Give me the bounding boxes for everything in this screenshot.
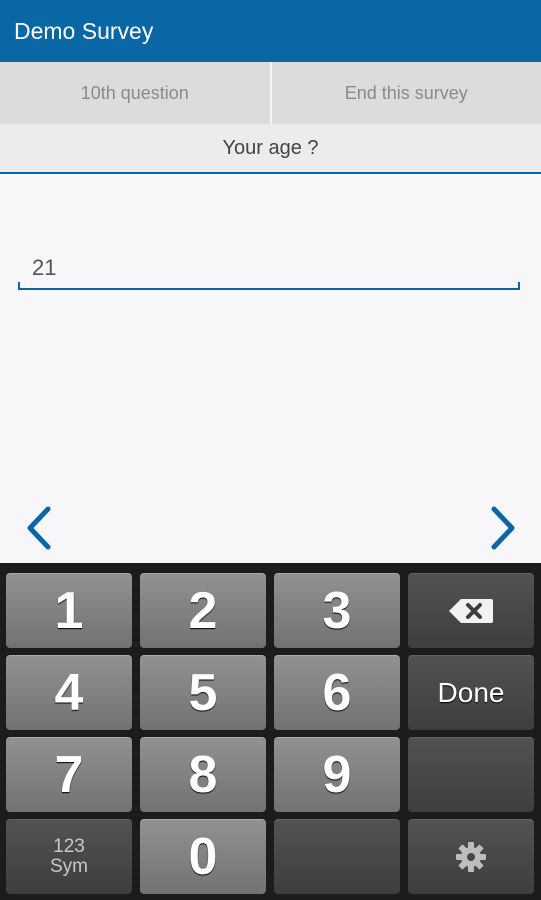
question-text: Your age ? bbox=[222, 136, 319, 159]
key-0[interactable]: 0 bbox=[140, 819, 266, 894]
space-key[interactable] bbox=[274, 819, 400, 894]
key-7[interactable]: 7 bbox=[6, 737, 132, 812]
answer-field-container bbox=[18, 248, 520, 290]
key-4[interactable]: 4 bbox=[6, 655, 132, 730]
app-title: Demo Survey bbox=[14, 17, 154, 44]
top-action-bar: 10th question End this survey bbox=[0, 62, 541, 124]
chevron-left-icon bbox=[27, 506, 51, 550]
chevron-right-icon bbox=[491, 506, 515, 550]
key-9[interactable]: 9 bbox=[274, 737, 400, 812]
gear-icon bbox=[456, 842, 486, 872]
done-key[interactable]: Done bbox=[408, 655, 534, 730]
key-2[interactable]: 2 bbox=[140, 573, 266, 648]
settings-key[interactable] bbox=[408, 819, 534, 894]
symbols-key[interactable]: 123 Sym bbox=[6, 819, 132, 894]
numeric-keyboard: 1 2 3 4 5 6 Done 7 8 9 123 Sym 0 bbox=[0, 563, 541, 900]
tenth-question-button[interactable]: 10th question bbox=[0, 62, 270, 124]
symbols-key-label-top: 123 bbox=[53, 836, 85, 857]
input-underline bbox=[18, 282, 520, 290]
end-survey-button[interactable]: End this survey bbox=[269, 62, 541, 124]
question-header: Your age ? bbox=[0, 124, 541, 174]
key-3[interactable]: 3 bbox=[274, 573, 400, 648]
next-question-button[interactable] bbox=[484, 504, 524, 552]
backspace-icon bbox=[449, 599, 493, 623]
blank-key[interactable] bbox=[408, 737, 534, 812]
key-5[interactable]: 5 bbox=[140, 655, 266, 730]
key-8[interactable]: 8 bbox=[140, 737, 266, 812]
key-1[interactable]: 1 bbox=[6, 573, 132, 648]
symbols-key-label-bottom: Sym bbox=[50, 856, 88, 877]
key-6[interactable]: 6 bbox=[274, 655, 400, 730]
previous-question-button[interactable] bbox=[18, 504, 58, 552]
backspace-key[interactable] bbox=[408, 573, 534, 648]
app-title-bar: Demo Survey bbox=[0, 0, 541, 62]
